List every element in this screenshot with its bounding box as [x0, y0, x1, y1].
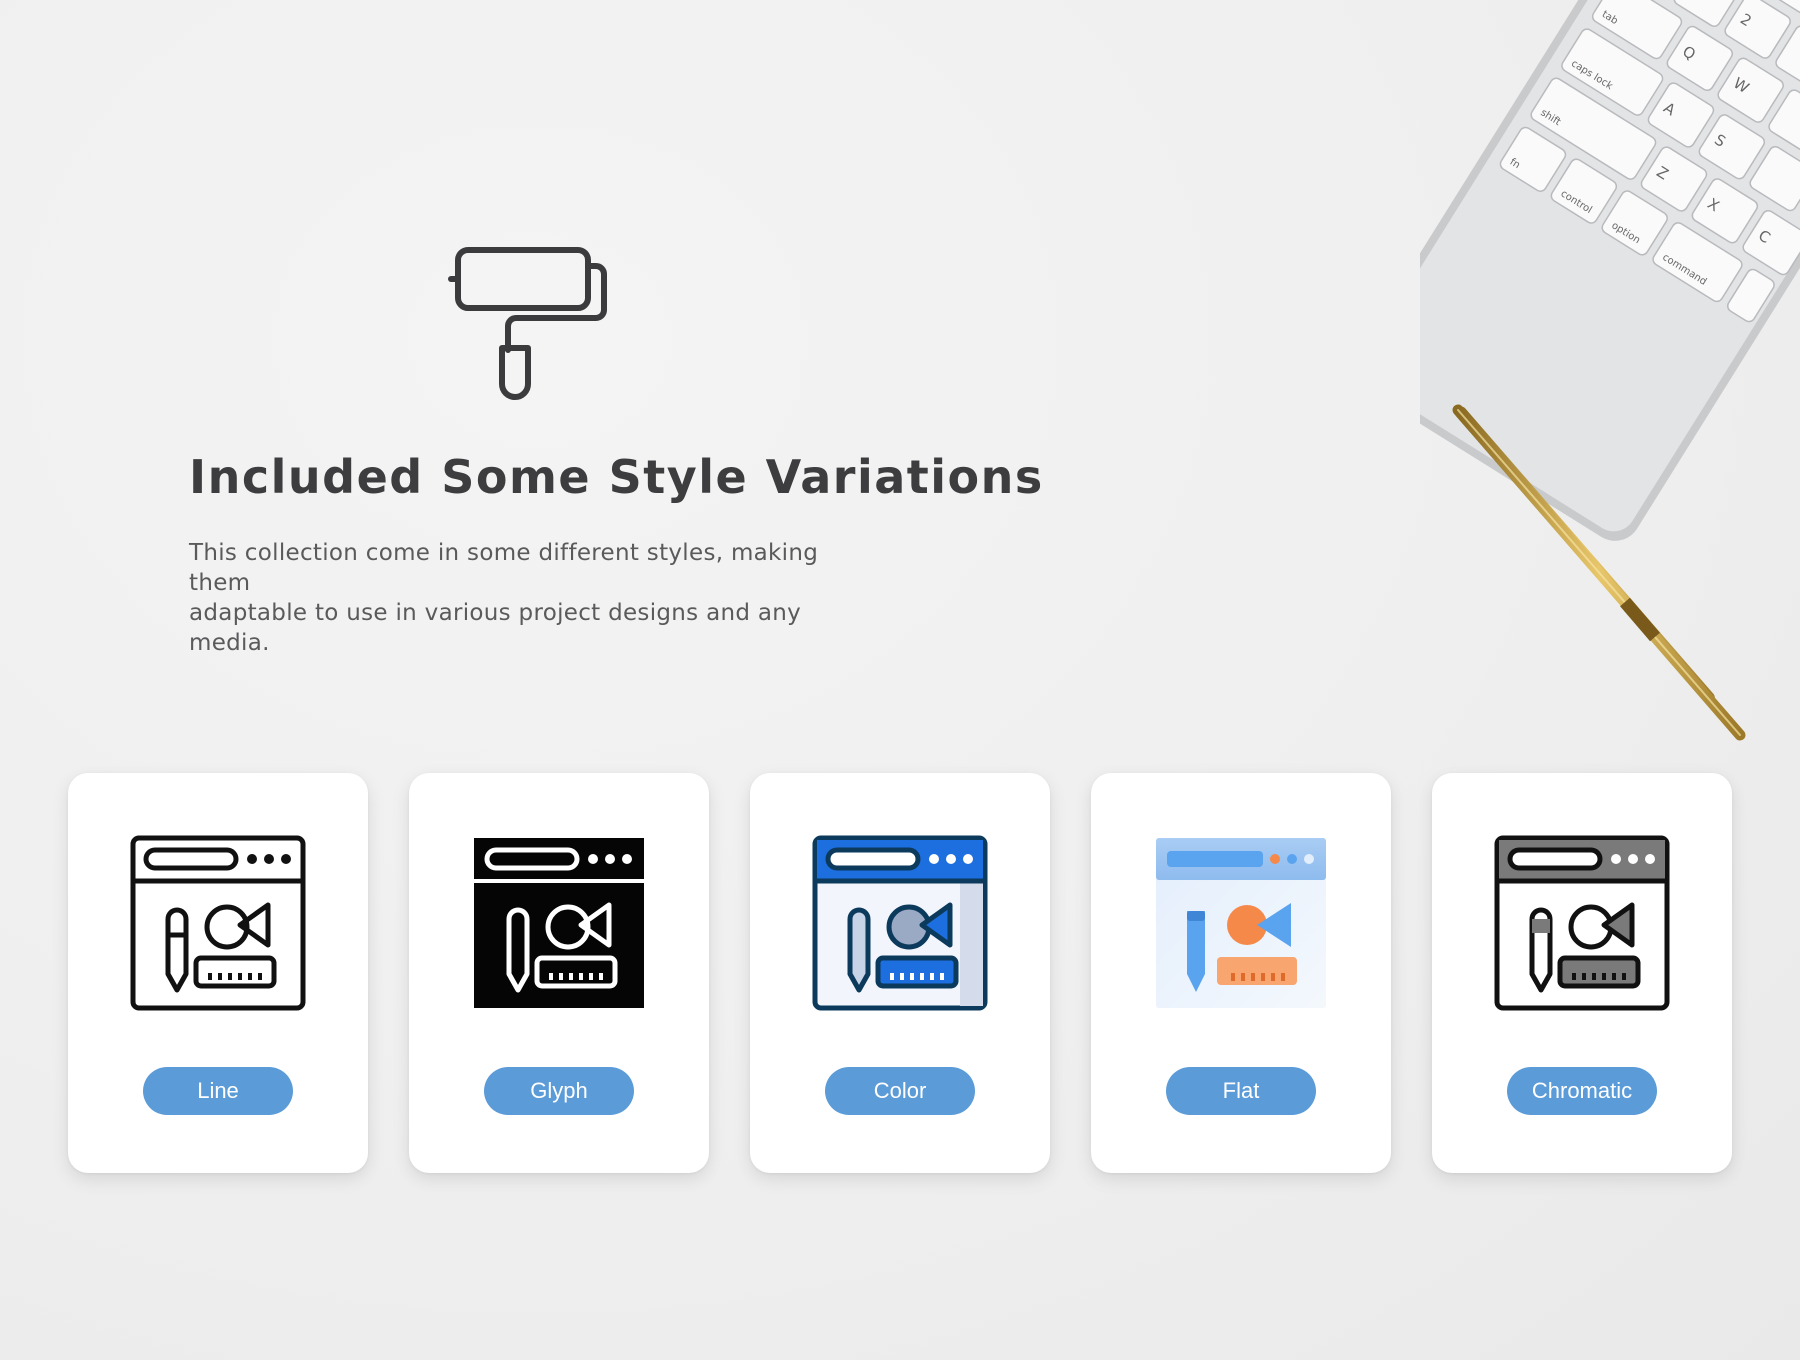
glyph-style-button[interactable]: Glyph — [484, 1067, 634, 1115]
design-window-flat-icon — [1156, 838, 1326, 1008]
style-card-flat: Flat — [1091, 773, 1391, 1173]
style-card-line: Line — [68, 773, 368, 1173]
keyboard-pen-photo: esc12tabQWcaps lockASshiftZXCfncontrolop… — [1420, 0, 1800, 741]
description-line-2: adaptable to use in various project desi… — [189, 600, 802, 656]
style-cards: Line Glyph Color Flat Chromatic — [68, 773, 1732, 1173]
paint-roller-icon — [448, 247, 607, 400]
line-style-button[interactable]: Line — [143, 1067, 293, 1115]
page-title: Included Some Style Variations — [189, 450, 1044, 504]
flat-style-button[interactable]: Flat — [1166, 1067, 1316, 1115]
design-window-glyph-icon — [474, 838, 644, 1008]
style-card-glyph: Glyph — [409, 773, 709, 1173]
page-description: This collection come in some different s… — [189, 538, 829, 658]
design-window-line-icon — [130, 835, 306, 1011]
style-card-color: Color — [750, 773, 1050, 1173]
description-line-1: This collection come in some different s… — [189, 540, 819, 596]
style-card-chromatic: Chromatic — [1432, 773, 1732, 1173]
design-window-color-icon — [812, 835, 988, 1011]
design-window-chromatic-icon — [1494, 835, 1670, 1011]
chromatic-style-button[interactable]: Chromatic — [1507, 1067, 1657, 1115]
color-style-button[interactable]: Color — [825, 1067, 975, 1115]
